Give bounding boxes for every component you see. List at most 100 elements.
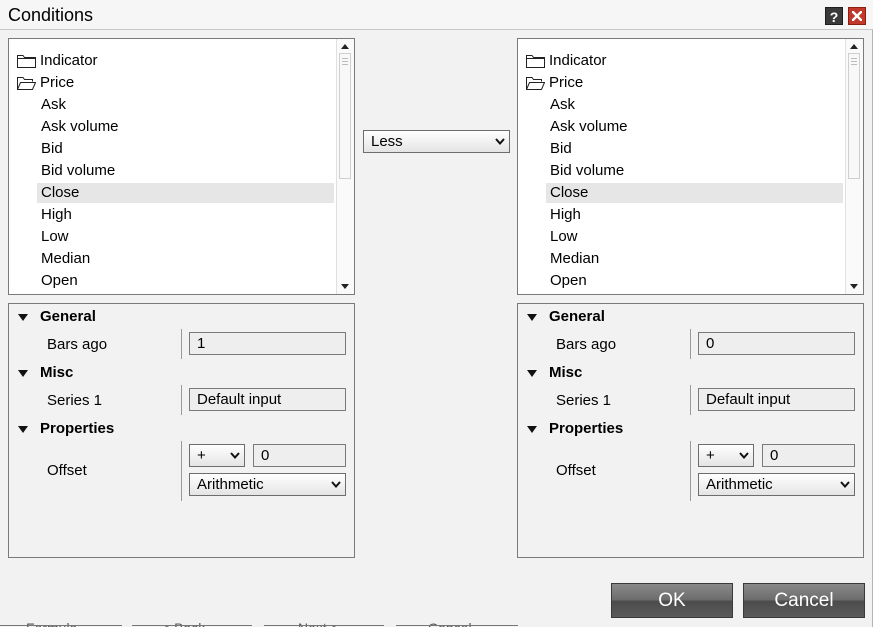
bars-ago-input[interactable]: 1	[189, 332, 346, 355]
section-general[interactable]: General	[9, 306, 179, 328]
offset-type-select[interactable]: Arithmetic	[189, 473, 346, 496]
list-item-label: Bid	[550, 140, 572, 157]
selection-highlight	[37, 183, 334, 203]
list-item[interactable]: Bid	[518, 138, 845, 160]
left-series-list[interactable]: Indicator Price Ask Ask volume Bid Bid volume…	[8, 38, 355, 295]
tree-folder-item[interactable]: Indicator	[518, 50, 845, 72]
close-button[interactable]	[848, 7, 866, 25]
list-item[interactable]: Low	[9, 226, 336, 248]
conditions-dialog: Conditions ? Indicator Price Ask Ask volume…	[0, 0, 873, 627]
column-divider	[181, 385, 182, 415]
collapse-triangle-icon[interactable]	[527, 426, 537, 433]
chevron-down-icon	[495, 138, 505, 145]
list-item-label: Ask	[41, 96, 67, 113]
closed-folder-icon	[526, 55, 545, 68]
list-item-label: High	[41, 206, 72, 223]
section-misc-label: Misc	[549, 364, 583, 381]
section-properties-label: Properties	[40, 420, 115, 437]
list-item-label: Indicator	[549, 52, 607, 69]
list-item[interactable]: Close	[9, 182, 336, 204]
list-item-label: Close	[550, 184, 589, 201]
operator-select[interactable]: Less	[363, 130, 510, 153]
offset-sign-value: +	[197, 447, 206, 464]
scroll-down-arrow-icon[interactable]	[341, 284, 349, 289]
right-series-list[interactable]: Indicator Price Ask Ask volume Bid Bid volume…	[517, 38, 864, 295]
chevron-down-icon	[840, 481, 850, 488]
tree-folder-item[interactable]: Indicator	[9, 50, 336, 72]
list-item[interactable]: Open	[518, 270, 845, 292]
open-folder-icon	[526, 77, 545, 90]
collapse-triangle-icon[interactable]	[18, 370, 28, 377]
chevron-down-icon	[331, 481, 341, 488]
left-series-items: Indicator Price Ask Ask volume Bid Bid volume…	[9, 39, 336, 292]
list-item[interactable]: High	[9, 204, 336, 226]
column-divider	[690, 385, 691, 415]
list-item[interactable]: Low	[518, 226, 845, 248]
series-input[interactable]: Default input	[698, 388, 855, 411]
list-item[interactable]: Median	[9, 248, 336, 270]
list-item[interactable]: Bid volume	[9, 160, 336, 182]
offset-sign-select[interactable]: +	[698, 444, 754, 467]
section-misc[interactable]: Misc	[518, 362, 688, 384]
collapse-triangle-icon[interactable]	[18, 314, 28, 321]
list-item-label: Bid	[41, 140, 63, 157]
cancel-button[interactable]: Cancel	[743, 583, 865, 618]
section-properties[interactable]: Properties	[9, 418, 179, 440]
offset-type-value: Arithmetic	[197, 476, 264, 493]
section-general[interactable]: General	[518, 306, 688, 328]
bars-ago-input[interactable]: 0	[698, 332, 855, 355]
list-item-label: Open	[550, 272, 587, 289]
list-item[interactable]: Bid volume	[518, 160, 845, 182]
list-item[interactable]: Ask	[9, 94, 336, 116]
scroll-up-arrow-icon[interactable]	[850, 44, 858, 49]
list-item[interactable]: Ask	[518, 94, 845, 116]
list-item-label: Bid volume	[550, 162, 625, 179]
list-item[interactable]: Ask volume	[9, 116, 336, 138]
close-icon	[852, 11, 862, 21]
scroll-down-arrow-icon[interactable]	[850, 284, 858, 289]
scrollbar-thumb[interactable]	[339, 53, 351, 179]
scroll-up-arrow-icon[interactable]	[341, 44, 349, 49]
list-item-label: Price	[40, 74, 75, 91]
list-item-label: Ask volume	[550, 118, 628, 135]
list-item[interactable]: High	[518, 204, 845, 226]
section-misc[interactable]: Misc	[9, 362, 179, 384]
scrollbar-thumb[interactable]	[848, 53, 860, 179]
collapse-triangle-icon[interactable]	[527, 314, 537, 321]
list-item-label: Median	[41, 250, 91, 267]
column-divider	[690, 329, 691, 359]
right-list-scrollbar[interactable]	[845, 39, 863, 294]
bars-ago-label: Bars ago	[47, 336, 108, 353]
offset-value-input[interactable]: 0	[253, 444, 346, 467]
collapse-triangle-icon[interactable]	[527, 370, 537, 377]
open-folder-icon	[17, 77, 36, 90]
section-properties[interactable]: Properties	[518, 418, 688, 440]
tree-folder-item[interactable]: Price	[518, 72, 845, 94]
series-input[interactable]: Default input	[189, 388, 346, 411]
offset-type-select[interactable]: Arithmetic	[698, 473, 855, 496]
closed-folder-icon	[17, 55, 36, 68]
offset-value-input[interactable]: 0	[762, 444, 855, 467]
series-label: Series 1	[47, 392, 103, 409]
list-item[interactable]: Bid	[9, 138, 336, 160]
column-divider	[181, 329, 182, 359]
left-list-scrollbar[interactable]	[336, 39, 354, 294]
offset-sign-select[interactable]: +	[189, 444, 245, 467]
list-item[interactable]: Median	[518, 248, 845, 270]
list-item-label: Indicator	[40, 52, 98, 69]
background-divider	[396, 625, 518, 626]
tree-folder-item[interactable]: Price	[9, 72, 336, 94]
right-series-items: Indicator Price Ask Ask volume Bid Bid volume…	[518, 39, 845, 292]
list-item[interactable]: Close	[518, 182, 845, 204]
help-button[interactable]: ?	[825, 7, 843, 25]
section-properties-label: Properties	[549, 420, 624, 437]
ok-button[interactable]: OK	[611, 583, 733, 618]
list-item-label: Low	[41, 228, 69, 245]
list-item[interactable]: Ask volume	[518, 116, 845, 138]
right-properties-panel: General Bars ago 0 Misc Series 1 Default…	[517, 303, 864, 558]
collapse-triangle-icon[interactable]	[18, 426, 28, 433]
list-item-label: Price	[549, 74, 584, 91]
chevron-down-icon	[739, 452, 749, 459]
selection-highlight	[546, 183, 843, 203]
list-item[interactable]: Open	[9, 270, 336, 292]
